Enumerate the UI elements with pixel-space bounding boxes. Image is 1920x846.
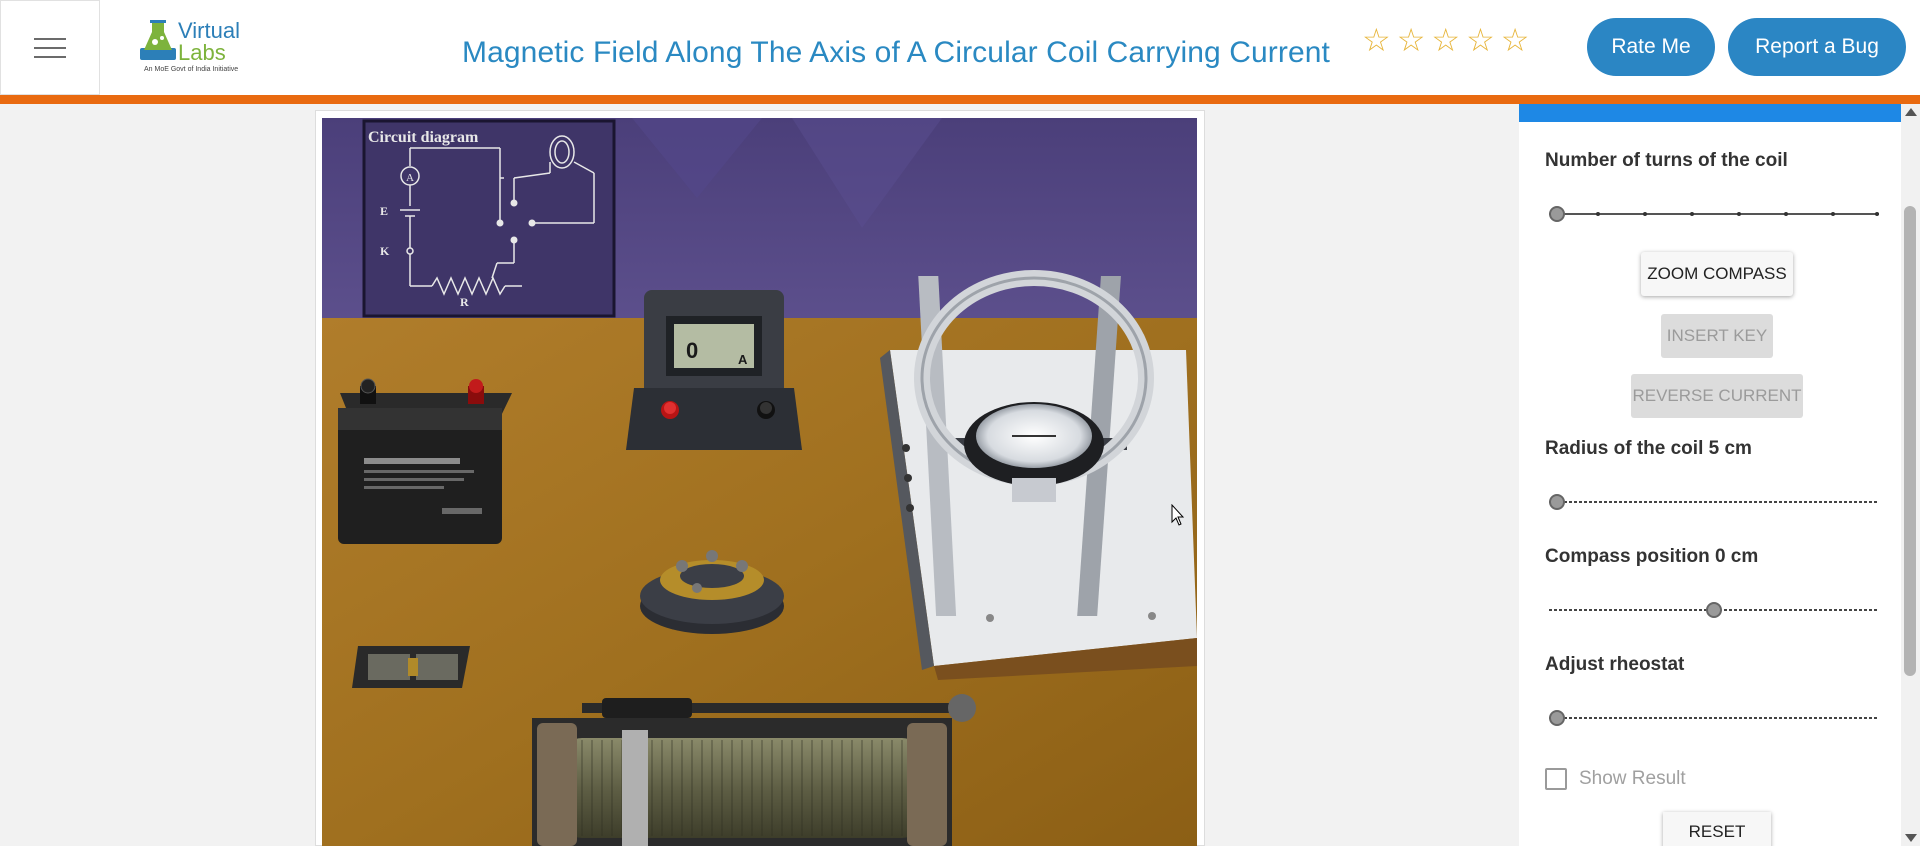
simulation-canvas: Circuit diagram A E K R 0 A: [322, 118, 1197, 846]
logo-word-labs: Labs: [178, 40, 226, 65]
rheostat-label: Adjust rheostat: [1545, 654, 1685, 675]
compass-position-slider-knob[interactable]: [1706, 602, 1722, 618]
compass-position-slider[interactable]: [1549, 602, 1879, 618]
circuit-diagram-board: Circuit diagram A E K R: [362, 119, 616, 318]
show-result-row: Show Result: [1545, 768, 1686, 790]
radius-label: Radius of the coil 5 cm: [1545, 438, 1752, 459]
battery[interactable]: [338, 378, 512, 544]
circuit-label-ammeter: A: [406, 172, 414, 184]
rate-me-button[interactable]: Rate Me: [1587, 18, 1715, 76]
radius-slider-knob[interactable]: [1549, 494, 1565, 510]
scrollbar-thumb[interactable]: [1904, 206, 1916, 676]
star-icon-1[interactable]: ☆: [1362, 24, 1391, 56]
scroll-down-arrow-icon[interactable]: [1905, 834, 1917, 842]
turns-slider-knob[interactable]: [1549, 206, 1565, 222]
radius-slider[interactable]: [1549, 494, 1879, 510]
rating-stars: ☆ ☆ ☆ ☆ ☆: [1362, 24, 1529, 56]
control-panel-scrollbar[interactable]: [1901, 104, 1920, 846]
control-panel-header: [1519, 104, 1901, 122]
logo-tagline: An MoE Govt of India Initiative: [144, 66, 239, 73]
star-icon-4[interactable]: ☆: [1466, 24, 1495, 56]
reverse-current-button[interactable]: REVERSE CURRENT: [1631, 374, 1803, 418]
show-result-label: Show Result: [1579, 768, 1686, 789]
ammeter: 0 A: [626, 290, 802, 450]
ammeter-reading: 0: [686, 338, 698, 363]
switch-board[interactable]: [352, 646, 470, 688]
circuit-label-key: K: [380, 244, 390, 258]
report-bug-button[interactable]: Report a Bug: [1728, 18, 1906, 76]
zoom-compass-button[interactable]: ZOOM COMPASS: [1641, 252, 1793, 296]
header-divider: [0, 95, 1920, 104]
ammeter-unit: A: [738, 352, 748, 367]
scroll-up-arrow-icon[interactable]: [1905, 108, 1917, 116]
star-icon-2[interactable]: ☆: [1397, 24, 1426, 56]
circuit-label-rheostat: R: [460, 295, 469, 309]
virtual-labs-logo[interactable]: Virtual Labs An MoE Govt of India Initia…: [138, 16, 250, 78]
top-header: Virtual Labs An MoE Govt of India Initia…: [0, 0, 1920, 95]
turns-label: Number of turns of the coil: [1545, 150, 1788, 171]
rheostat-slider-knob[interactable]: [1549, 710, 1565, 726]
circuit-diagram-title: Circuit diagram: [368, 129, 479, 146]
compass-position-label: Compass position 0 cm: [1545, 546, 1759, 567]
show-result-checkbox[interactable]: [1545, 768, 1567, 790]
logo-word-virtual: Virtual: [178, 18, 240, 43]
star-icon-3[interactable]: ☆: [1431, 24, 1460, 56]
turns-slider[interactable]: [1549, 206, 1879, 222]
insert-key-button[interactable]: INSERT KEY: [1661, 314, 1773, 358]
star-icon-5[interactable]: ☆: [1501, 24, 1530, 56]
control-panel: Number of turns of the coil ZOOM COMPASS…: [1519, 104, 1901, 846]
flask-logo-icon: [140, 20, 176, 60]
mouse-cursor-icon: [1171, 504, 1185, 526]
menu-icon[interactable]: [0, 0, 100, 95]
circuit-label-battery: E: [380, 204, 388, 218]
rheostat-slider[interactable]: [1549, 710, 1879, 726]
reset-button[interactable]: RESET: [1663, 812, 1771, 846]
page-title: Magnetic Field Along The Axis of A Circu…: [462, 36, 1330, 69]
